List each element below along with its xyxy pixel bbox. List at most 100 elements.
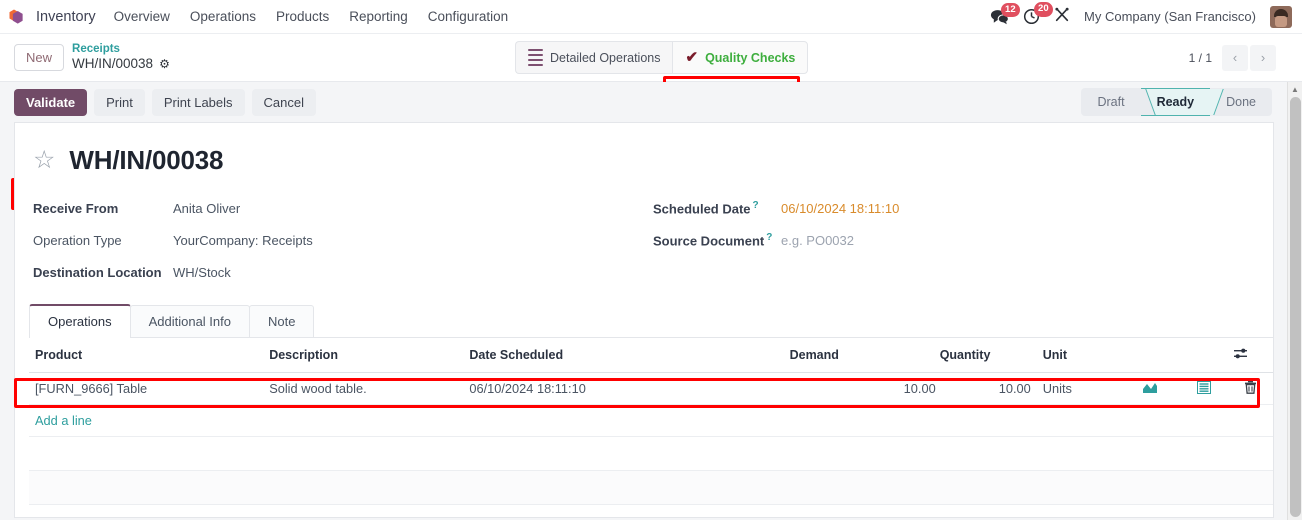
form-view-container: Validate Print Print Labels Cancel Draft…	[0, 82, 1302, 520]
activities-badge: 20	[1034, 2, 1053, 17]
form-fields: Receive From Anita Oliver Operation Type…	[15, 182, 1273, 288]
menu-item-reporting[interactable]: Reporting	[349, 9, 408, 24]
menu-item-products[interactable]: Products	[276, 9, 329, 24]
tab-note[interactable]: Note	[249, 305, 315, 337]
tab-additional-info[interactable]: Additional Info	[129, 305, 250, 337]
table-filler-row	[29, 471, 1273, 505]
cell-description[interactable]: Solid wood table.	[269, 372, 470, 405]
table-row[interactable]: [FURN_9666] Table Solid wood table. 06/1…	[29, 372, 1273, 405]
table-filler-row	[29, 437, 1273, 471]
column-options-icon[interactable]	[1232, 338, 1273, 373]
detailed-operations-icon[interactable]	[1178, 372, 1233, 405]
field-label-source-document: Source Document?	[653, 232, 781, 248]
quality-checks-label: Quality Checks	[705, 50, 796, 65]
list-lines-icon	[528, 49, 543, 66]
scroll-up-arrow-icon[interactable]: ▲	[1288, 82, 1302, 96]
new-button[interactable]: New	[14, 44, 65, 71]
user-avatar[interactable]	[1270, 5, 1292, 28]
page-title: WH/IN/00038	[69, 145, 224, 175]
menu-item-overview[interactable]: Overview	[114, 9, 170, 24]
add-a-line-button[interactable]: Add a line	[29, 405, 1273, 437]
column-header-demand[interactable]: Demand	[789, 338, 940, 373]
field-label-source-document-text: Source Document	[653, 233, 765, 249]
scrollbar-thumb[interactable]	[1290, 97, 1301, 517]
field-scheduled-date: Scheduled Date? 06/10/2024 18:11:10	[653, 192, 1213, 224]
notebook: Operations Additional Info Note Product …	[15, 304, 1273, 505]
pager-previous-button[interactable]: ‹	[1222, 44, 1248, 71]
trash-icon[interactable]	[1232, 372, 1273, 405]
menu-item-operations[interactable]: Operations	[190, 9, 256, 24]
field-value-scheduled-date[interactable]: 06/10/2024 18:11:10	[781, 201, 899, 216]
table-header: Product Description Date Scheduled Deman…	[29, 338, 1273, 373]
operations-table: Product Description Date Scheduled Deman…	[29, 338, 1273, 405]
notebook-tabs: Operations Additional Info Note	[29, 304, 1273, 338]
pager: 1 / 1 ‹ ›	[1188, 44, 1292, 71]
quality-checks-button[interactable]: ✔ Quality Checks	[672, 41, 809, 74]
column-header-unit[interactable]: Unit	[1034, 338, 1125, 373]
field-source-document: Source Document? e.g. PO0032	[653, 224, 1213, 256]
gear-icon[interactable]: ⚙	[159, 58, 170, 70]
breadcrumb-current: WH/IN/00038 ⚙	[72, 56, 170, 72]
app-name[interactable]: Inventory	[36, 9, 96, 25]
menu-item-configuration[interactable]: Configuration	[428, 9, 508, 24]
pager-next-button[interactable]: ›	[1250, 44, 1276, 71]
record-title-row: ☆ WH/IN/00038	[15, 123, 1273, 182]
breadcrumb-parent-receipts[interactable]: Receipts	[72, 43, 170, 57]
star-icon[interactable]: ☆	[33, 148, 55, 173]
messages-icon[interactable]: 12	[990, 2, 1020, 25]
detailed-operations-label: Detailed Operations	[550, 50, 661, 65]
cell-product[interactable]: [FURN_9666] Table	[29, 372, 270, 405]
cell-quantity[interactable]: 10.00	[939, 372, 1035, 405]
column-header-quantity[interactable]: Quantity	[939, 338, 1035, 373]
cell-demand[interactable]: 10.00	[789, 372, 940, 405]
tab-operations[interactable]: Operations	[29, 304, 131, 338]
breadcrumb: Receipts WH/IN/00038 ⚙	[72, 43, 170, 72]
developer-tools-icon[interactable]	[1054, 7, 1070, 26]
column-header-date-scheduled[interactable]: Date Scheduled	[469, 338, 790, 373]
cancel-button[interactable]: Cancel	[251, 88, 316, 116]
breadcrumb-current-label: WH/IN/00038	[72, 56, 154, 72]
company-selector[interactable]: My Company (San Francisco)	[1084, 9, 1256, 24]
tooltip-icon-source-document[interactable]: ?	[766, 232, 772, 243]
cell-unit[interactable]: Units	[1034, 372, 1125, 405]
field-value-receive-from[interactable]: Anita Oliver	[173, 201, 240, 216]
column-header-description[interactable]: Description	[269, 338, 470, 373]
cell-date-scheduled[interactable]: 06/10/2024 18:11:10	[469, 372, 790, 405]
form-fields-right: Scheduled Date? 06/10/2024 18:11:10 Sour…	[653, 192, 1213, 288]
field-operation-type: Operation Type YourCompany: Receipts	[33, 224, 653, 256]
status-bar: Draft Ready Done	[1081, 88, 1272, 116]
field-label-operation-type: Operation Type	[33, 232, 122, 248]
odoo-cube-icon[interactable]	[8, 7, 26, 27]
check-icon: ✔	[685, 49, 699, 66]
print-button[interactable]: Print	[94, 88, 145, 116]
field-destination-location: Destination Location WH/Stock	[33, 256, 653, 288]
field-label-destination-location: Destination Location	[33, 264, 162, 280]
record-sheet: ☆ WH/IN/00038 Receive From Anita Oliver …	[14, 122, 1274, 518]
vertical-scrollbar[interactable]: ▲	[1287, 82, 1302, 520]
field-value-source-document[interactable]: e.g. PO0032	[781, 233, 854, 248]
column-header-product[interactable]: Product	[29, 338, 270, 373]
field-label-scheduled-date: Scheduled Date?	[653, 200, 781, 216]
stat-buttons: Detailed Operations ✔ Quality Checks	[515, 41, 809, 74]
detailed-operations-button[interactable]: Detailed Operations	[515, 41, 673, 74]
form-fields-left: Receive From Anita Oliver Operation Type…	[33, 192, 653, 288]
status-step-ready[interactable]: Ready	[1140, 88, 1211, 116]
field-value-operation-type[interactable]: YourCompany: Receipts	[173, 233, 313, 248]
field-value-destination-location[interactable]: WH/Stock	[173, 265, 231, 280]
action-buttons-bar: Validate Print Print Labels Cancel Draft…	[0, 82, 1302, 122]
control-panel: New Receipts WH/IN/00038 ⚙ Detailed Oper…	[0, 34, 1302, 113]
validate-button[interactable]: Validate	[14, 88, 88, 116]
main-menu: Overview Operations Products Reporting C…	[114, 9, 508, 24]
tooltip-icon-scheduled-date[interactable]: ?	[753, 200, 759, 211]
table-header-row: Product Description Date Scheduled Deman…	[29, 338, 1273, 373]
field-label-scheduled-date-text: Scheduled Date	[653, 201, 751, 217]
pager-count: 1 / 1	[1188, 50, 1212, 65]
forecast-chart-icon[interactable]	[1124, 372, 1179, 405]
print-labels-button[interactable]: Print Labels	[151, 88, 245, 116]
messages-badge: 12	[1001, 2, 1020, 17]
field-label-receive-from: Receive From	[33, 200, 119, 216]
top-navbar: Inventory Overview Operations Products R…	[0, 0, 1302, 34]
navbar-right: 12 20 My Company (San Francisco)	[990, 2, 1292, 28]
table-body: [FURN_9666] Table Solid wood table. 06/1…	[29, 372, 1273, 405]
activities-clock-icon[interactable]: 20	[1023, 2, 1053, 25]
